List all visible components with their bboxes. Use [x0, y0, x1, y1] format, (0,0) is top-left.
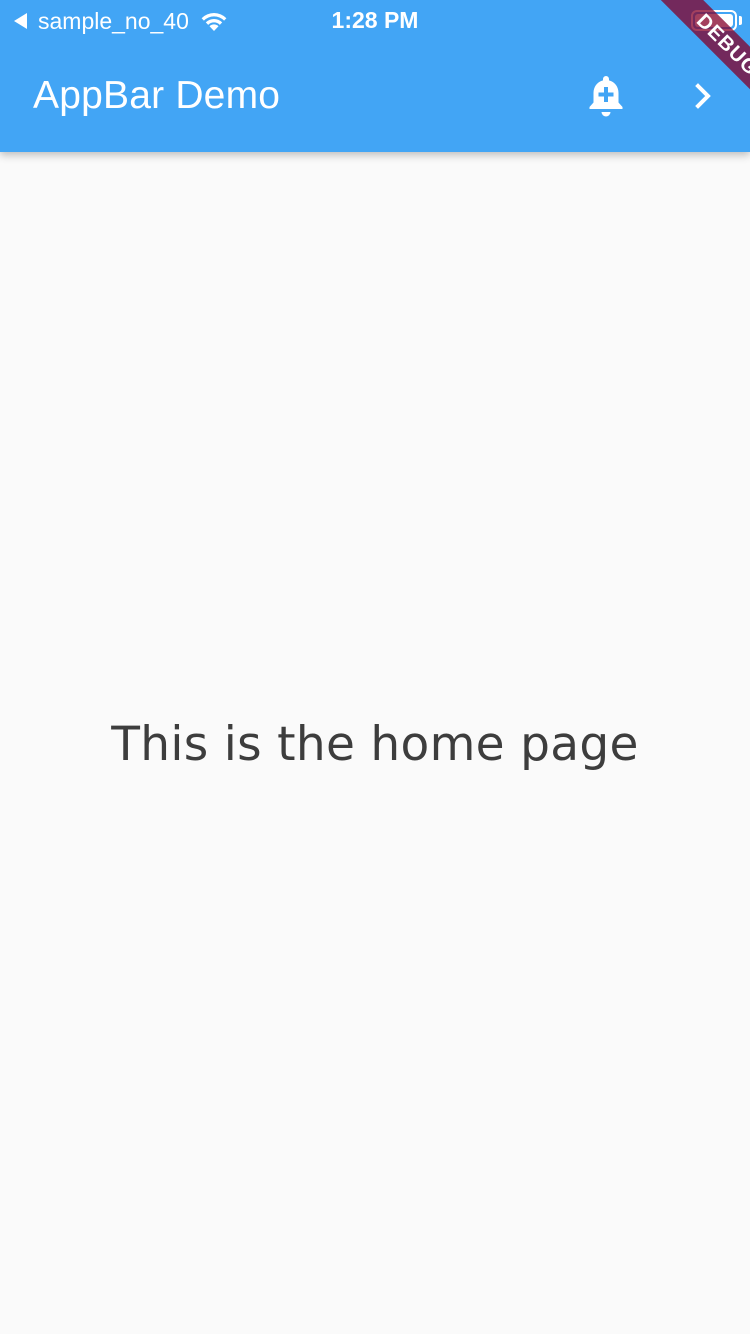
chevron-right-icon — [695, 83, 711, 109]
status-bar: sample_no_40 1:28 PM — [0, 0, 750, 40]
home-message: This is the home page — [111, 717, 639, 772]
status-time: 1:28 PM — [331, 7, 419, 33]
page-body: This is the home page — [0, 152, 750, 1334]
notification-add-icon — [589, 76, 623, 117]
battery-tip — [739, 16, 742, 25]
page-title: AppBar Demo — [33, 74, 281, 117]
next-button[interactable] — [675, 68, 731, 124]
battery-icon — [691, 10, 737, 31]
app-bar: sample_no_40 1:28 PM AppBar Demo — [0, 0, 750, 152]
notification-add-button[interactable] — [578, 68, 634, 124]
